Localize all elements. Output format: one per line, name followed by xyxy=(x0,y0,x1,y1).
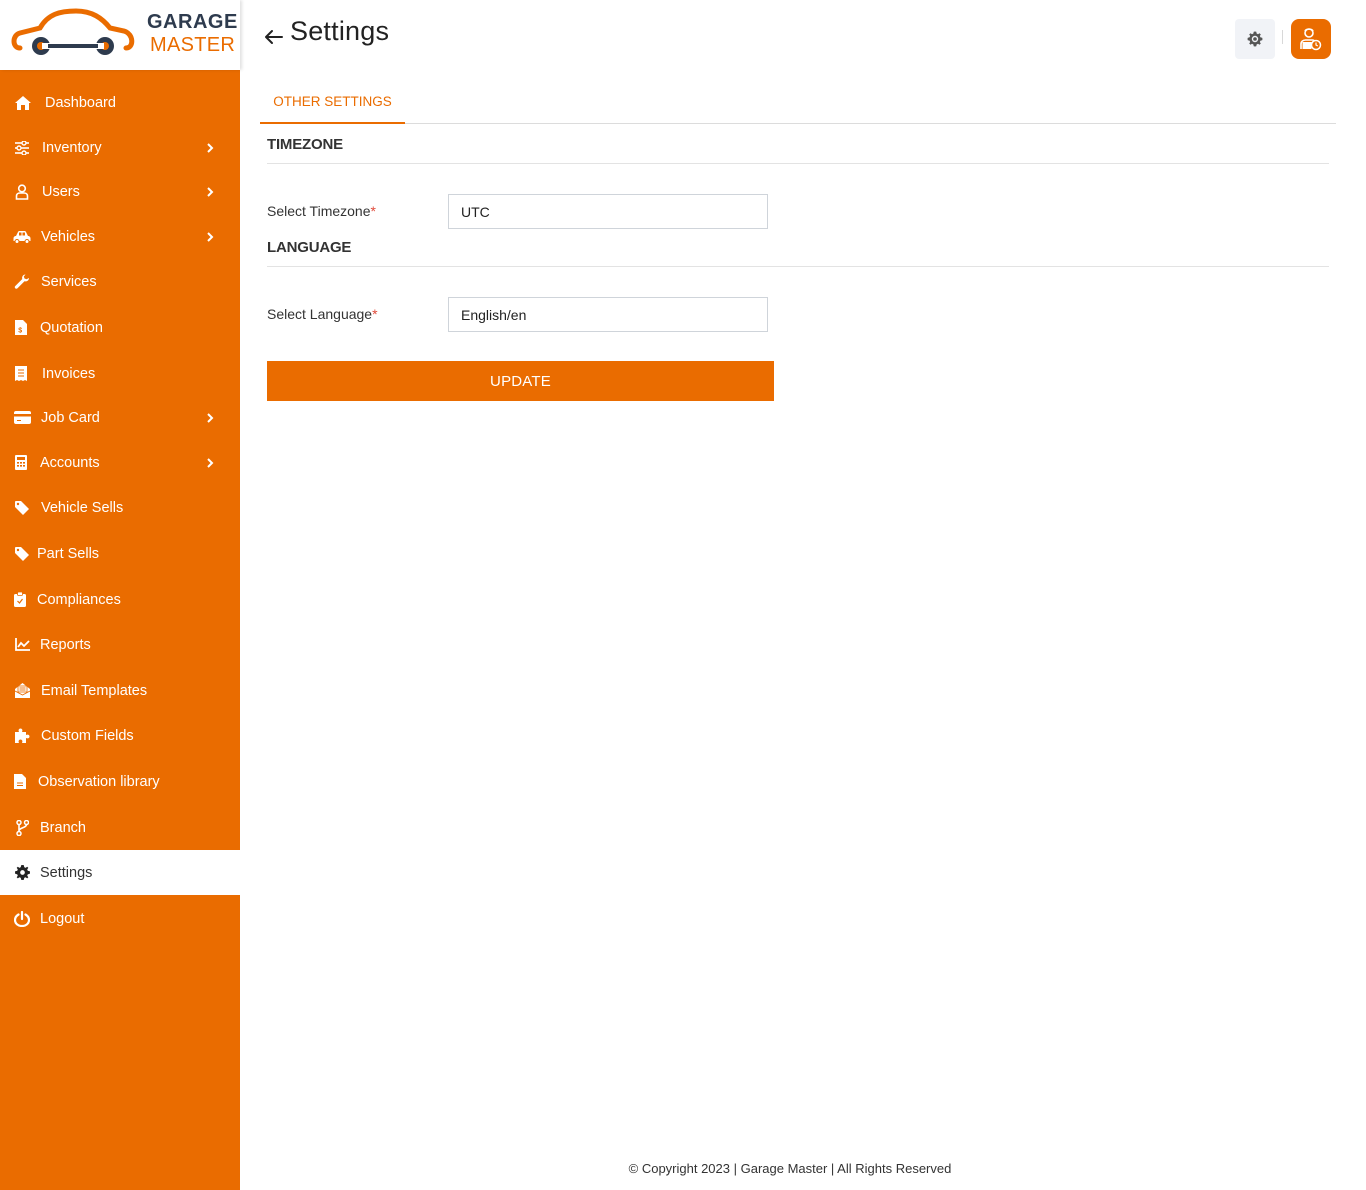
sidebar-item-label: Inventory xyxy=(42,139,102,156)
sidebar-item-label: Logout xyxy=(40,910,85,927)
sidebar-item-quotation[interactable]: $ Quotation xyxy=(0,305,240,350)
timezone-label: Select Timezone* xyxy=(267,203,376,219)
brand-line-2: MASTER xyxy=(150,34,236,56)
chevron-right-icon xyxy=(204,142,216,154)
sliders-icon xyxy=(13,139,31,157)
calculator-icon xyxy=(12,454,30,472)
chevron-right-icon xyxy=(204,457,216,469)
svg-text:$: $ xyxy=(18,328,22,335)
timezone-section-title: TIMEZONE xyxy=(267,136,343,153)
sidebar-item-logout[interactable]: Logout xyxy=(0,896,240,941)
brand-line-1: GARAGE xyxy=(147,11,238,33)
code-branch-icon xyxy=(13,819,31,837)
sidebar-item-users[interactable]: Users xyxy=(0,169,240,214)
sidebar-item-label: Part Sells xyxy=(37,545,100,562)
tab-other-settings[interactable]: OTHER SETTINGS xyxy=(260,80,405,124)
sidebar-item-reports[interactable]: Reports xyxy=(0,622,240,667)
sidebar-item-vehicle-sells[interactable]: Vehicle Sells xyxy=(0,485,240,530)
tag-icon xyxy=(13,499,31,517)
language-select[interactable]: English/en xyxy=(448,297,768,332)
sidebar-item-branch[interactable]: Branch xyxy=(0,805,240,850)
sidebar-item-job-card[interactable]: Job Card xyxy=(0,395,240,440)
logo[interactable]: GARAGE MASTER xyxy=(0,0,240,70)
sidebar-item-label: Observation library xyxy=(38,773,160,790)
sidebar: GARAGE MASTER Dashboard Inventory Users … xyxy=(0,0,240,1190)
sidebar-item-label: Job Card xyxy=(41,409,100,426)
footer-copyright: © Copyright 2023 | Garage Master | All R… xyxy=(628,1161,952,1176)
sidebar-item-services[interactable]: Services xyxy=(0,259,240,304)
power-off-icon xyxy=(13,910,31,928)
sidebar-item-label: Vehicle Sells xyxy=(41,499,124,516)
wrench-icon xyxy=(13,273,31,291)
language-label-text: Select Language xyxy=(267,306,373,322)
chevron-right-icon xyxy=(204,412,216,424)
chart-line-icon xyxy=(13,636,31,654)
sidebar-item-label: Reports xyxy=(40,636,91,653)
user-clock-icon xyxy=(1300,28,1322,51)
section-divider xyxy=(267,163,1329,164)
settings-tabs: OTHER SETTINGS xyxy=(260,80,1336,124)
language-label: Select Language* xyxy=(267,306,378,322)
header-divider xyxy=(1282,30,1283,44)
envelope-open-text-icon xyxy=(13,682,31,700)
timezone-label-text: Select Timezone xyxy=(267,203,371,219)
sidebar-item-invoices[interactable]: Invoices xyxy=(0,351,240,396)
chevron-right-icon xyxy=(204,186,216,198)
car-icon xyxy=(13,228,31,246)
file-invoice-dollar-icon: $ xyxy=(12,319,30,337)
sidebar-item-part-sells[interactable]: Part Sells xyxy=(0,531,240,576)
sidebar-item-accounts[interactable]: Accounts xyxy=(0,440,240,485)
page-title: Settings xyxy=(290,16,390,46)
sidebar-item-custom-fields[interactable]: Custom Fields xyxy=(0,713,240,758)
file-alt-icon xyxy=(11,773,29,791)
sidebar-item-inventory[interactable]: Inventory xyxy=(0,125,240,170)
sidebar-item-vehicles[interactable]: Vehicles xyxy=(0,214,240,259)
sidebar-item-observation-library[interactable]: Observation library xyxy=(0,759,240,804)
sidebar-item-label: Vehicles xyxy=(41,228,96,245)
timezone-select[interactable]: UTC xyxy=(448,194,768,229)
back-button[interactable] xyxy=(262,25,286,49)
required-marker: * xyxy=(370,203,376,219)
sidebar-item-label: Quotation xyxy=(40,319,103,336)
sidebar-item-label: Accounts xyxy=(40,454,100,471)
receipt-icon xyxy=(12,365,30,383)
header-settings-button[interactable] xyxy=(1235,19,1275,59)
sidebar-item-label: Users xyxy=(42,183,80,200)
profile-button[interactable] xyxy=(1291,19,1331,59)
clipboard-check-icon xyxy=(11,591,29,609)
sidebar-item-email-templates[interactable]: Email Templates xyxy=(0,668,240,713)
sidebar-item-label: Compliances xyxy=(37,591,121,608)
sidebar-item-label: Services xyxy=(41,273,97,290)
chevron-right-icon xyxy=(204,231,216,243)
car-wrench-logo-icon xyxy=(11,8,135,55)
gear-icon xyxy=(1247,31,1263,47)
language-section-title: LANGUAGE xyxy=(267,239,352,256)
sidebar-item-label: Branch xyxy=(40,819,86,836)
cog-icon xyxy=(13,864,31,882)
puzzle-piece-icon xyxy=(13,727,31,745)
sidebar-item-settings[interactable]: Settings xyxy=(0,850,240,895)
app-root: GARAGE MASTER Dashboard Inventory Users … xyxy=(0,0,1366,1190)
credit-card-icon xyxy=(13,409,31,427)
sidebar-item-dashboard[interactable]: Dashboard xyxy=(0,80,240,125)
sidebar-item-compliances[interactable]: Compliances xyxy=(0,577,240,622)
sidebar-item-label: Email Templates xyxy=(41,682,148,699)
user-icon xyxy=(13,183,31,201)
sidebar-item-label: Invoices xyxy=(42,365,96,382)
sidebar-item-label: Custom Fields xyxy=(41,727,134,744)
tag-icon xyxy=(13,545,31,563)
arrow-left-icon xyxy=(265,30,283,44)
sidebar-item-label: Dashboard xyxy=(45,94,116,111)
sidebar-item-label: Settings xyxy=(40,864,93,881)
required-marker: * xyxy=(372,306,378,322)
update-button[interactable]: UPDATE xyxy=(267,361,774,401)
section-divider xyxy=(267,266,1329,267)
home-icon xyxy=(14,94,32,112)
